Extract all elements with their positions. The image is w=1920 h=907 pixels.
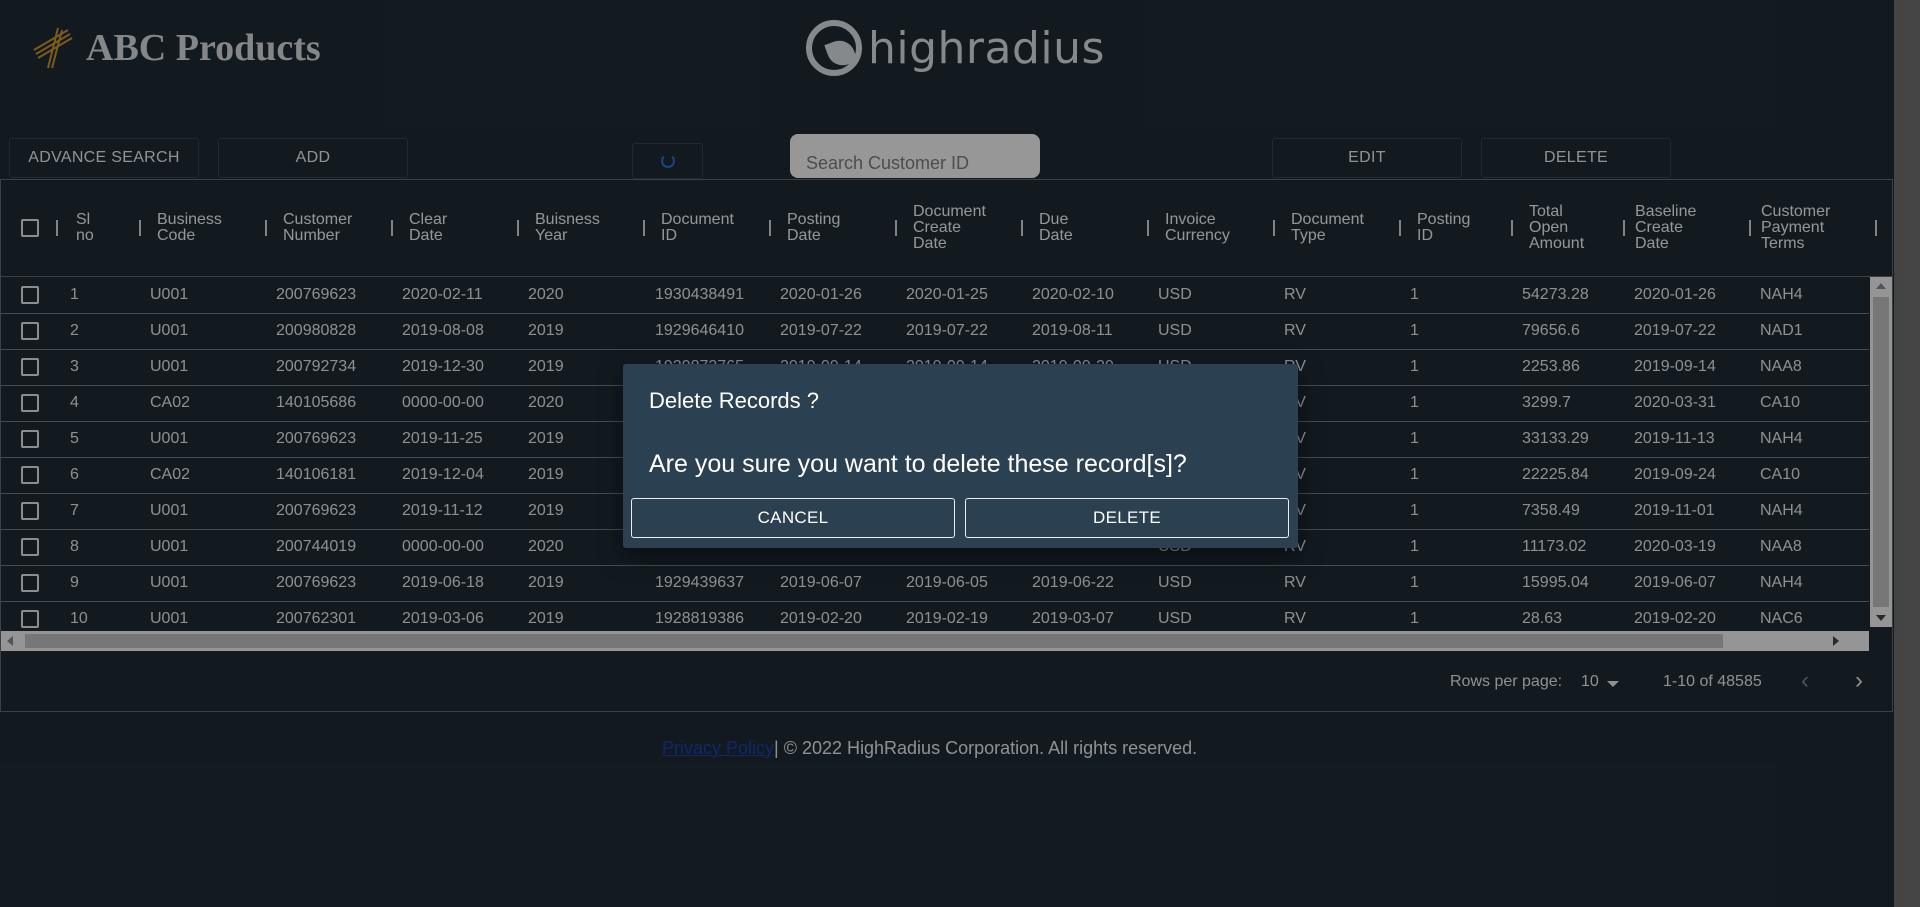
dialog-message: Are you sure you want to delete these re… (649, 450, 1187, 478)
cancel-button[interactable]: CANCEL (631, 498, 955, 538)
delete-confirm-dialog: Delete Records ? Are you sure you want t… (623, 364, 1298, 548)
dialog-title: Delete Records ? (649, 388, 819, 413)
confirm-delete-button[interactable]: DELETE (965, 498, 1289, 538)
